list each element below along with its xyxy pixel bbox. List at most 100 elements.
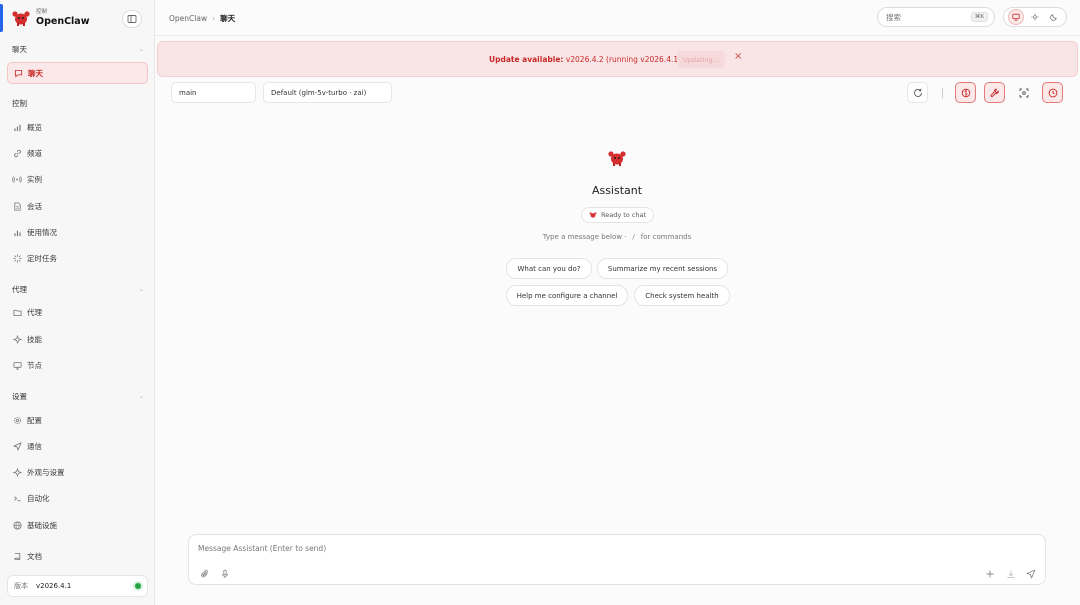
lobster-logo-icon [12, 11, 30, 26]
hint-text: Type a message below · [542, 233, 627, 241]
suggestion-chip[interactable]: Summarize my recent sessions [597, 258, 728, 279]
globe-icon [12, 520, 22, 530]
attach-button[interactable] [199, 568, 211, 580]
refresh-button[interactable] [907, 82, 928, 103]
microphone-icon [222, 569, 228, 578]
send-button[interactable] [1025, 568, 1037, 580]
sidebar-item-instances[interactable]: 实例 [7, 168, 148, 190]
wrench-icon [990, 88, 999, 97]
sidebar-item-appearance[interactable]: 外观与设置 [7, 461, 148, 483]
sidebar-toggle-button[interactable] [122, 10, 142, 28]
close-icon[interactable]: × [734, 51, 742, 62]
update-detail: v2026.4.2 (running v2026.4.1). [565, 55, 684, 64]
update-prefix: Update available: [489, 55, 564, 64]
sidebar-item-chat[interactable]: 聊天 [7, 62, 148, 84]
theme-dark-button[interactable] [1046, 9, 1062, 25]
sidebar-item-label: 使用情况 [27, 227, 57, 237]
sidebar-item-automation[interactable]: 自动化 [7, 487, 148, 509]
sidebar-item-label: 文档 [27, 551, 42, 561]
group-chat[interactable]: 聊天 ⌄ [12, 44, 144, 55]
plus-icon [986, 570, 994, 578]
sidebar-item-label: 概览 [27, 122, 42, 132]
status-text: Ready to chat [601, 211, 647, 219]
sidebar-item-agents[interactable]: 代理 [7, 301, 148, 323]
chevron-right-icon: › [212, 14, 216, 23]
message-input[interactable] [198, 544, 798, 553]
sidebar-item-label: 外观与设置 [27, 467, 65, 477]
history-button[interactable] [1042, 82, 1063, 103]
sidebar-item-label: 会话 [27, 201, 42, 211]
search-input[interactable]: 搜索 ⌘K [877, 7, 995, 27]
sidebar-item-infra[interactable]: 基础设施 [7, 514, 148, 536]
group-label: 聊天 [12, 45, 27, 54]
sidebar-item-channels[interactable]: 频道 [7, 142, 148, 164]
sidebar-item-label: 技能 [27, 334, 42, 344]
sidebar-item-skills[interactable]: 技能 [7, 328, 148, 350]
folder-icon [12, 307, 22, 317]
export-button[interactable] [1005, 568, 1017, 580]
bar-chart-icon [12, 227, 22, 237]
session-select[interactable]: main [171, 82, 256, 103]
group-control[interactable]: 控制 [12, 98, 144, 109]
sidebar-toggle-icon [127, 15, 137, 23]
moon-icon [1049, 14, 1057, 21]
update-message: Update available: v2026.4.2 (running v20… [489, 55, 683, 64]
sidebar-item-overview[interactable]: 概览 [7, 116, 148, 138]
suggestion-chip[interactable]: What can you do? [506, 258, 592, 279]
terminal-icon [12, 493, 22, 503]
group-label: 控制 [12, 99, 27, 108]
model-select[interactable]: Default (glm-5v-turbo · zai) [263, 82, 392, 103]
sidebar-item-nodes[interactable]: 节点 [7, 354, 148, 376]
breadcrumb-current: 聊天 [220, 14, 236, 23]
monitor-icon [12, 360, 22, 370]
brand-subtitle: 控制 [36, 9, 48, 15]
voice-input-button[interactable] [219, 568, 231, 580]
bar-chart-icon [12, 122, 22, 132]
clock-icon [1048, 88, 1057, 97]
sidebar-item-usage[interactable]: 使用情况 [7, 221, 148, 243]
tools-toggle-button[interactable] [984, 82, 1005, 103]
thinking-toggle-button[interactable] [955, 82, 976, 103]
sidebar-item-cron[interactable]: 定时任务 [7, 247, 148, 269]
message-composer [188, 534, 1046, 585]
sparkle-icon [12, 334, 22, 344]
lobster-logo-icon [589, 211, 597, 219]
version-value: v2026.4.1 [36, 582, 72, 590]
document-icon [12, 201, 22, 211]
sun-icon [1031, 13, 1039, 21]
search-placeholder: 搜索 [886, 12, 901, 22]
group-label: 设置 [12, 392, 27, 401]
paperclip-icon [201, 569, 208, 578]
suggestion-chip[interactable]: Help me configure a channel [506, 285, 628, 306]
brand[interactable]: 控制 OpenClaw [11, 8, 90, 28]
active-indicator [0, 4, 3, 32]
updating-button[interactable]: Updating… [677, 51, 726, 68]
hint-text: for commands [640, 233, 692, 241]
sidebar-item-comms[interactable]: 通信 [7, 435, 148, 457]
focus-mode-button[interactable] [1013, 82, 1034, 103]
book-icon [12, 551, 22, 561]
suggestion-chip[interactable]: Check system health [634, 285, 730, 306]
sidebar-item-config[interactable]: 配置 [7, 409, 148, 431]
version-indicator: 版本 v2026.4.1 [7, 575, 148, 597]
group-agents[interactable]: 代理 ⌄ [12, 284, 144, 295]
download-icon [1007, 570, 1015, 578]
theme-switcher [1003, 7, 1067, 27]
sparkle-icon [12, 467, 22, 477]
breadcrumb-root[interactable]: OpenClaw [169, 14, 207, 23]
update-banner: Update available: v2026.4.2 (running v20… [157, 41, 1078, 77]
sidebar-item-docs[interactable]: 文档 [7, 545, 148, 567]
sidebar-item-sessions[interactable]: 会话 [7, 195, 148, 217]
status-dot [135, 583, 141, 589]
brand-title: OpenClaw [36, 16, 90, 27]
sidebar-item-label: 代理 [27, 307, 42, 317]
theme-light-button[interactable] [1027, 9, 1043, 25]
sidebar-item-label: 聊天 [28, 68, 43, 78]
assistant-title: Assistant [591, 184, 643, 197]
gear-icon [12, 415, 22, 425]
sidebar-item-label: 频道 [27, 148, 42, 158]
theme-system-button[interactable] [1008, 9, 1025, 25]
group-settings[interactable]: 设置 ⌄ [12, 391, 144, 402]
new-chat-button[interactable] [984, 568, 996, 580]
refresh-icon [913, 88, 922, 97]
